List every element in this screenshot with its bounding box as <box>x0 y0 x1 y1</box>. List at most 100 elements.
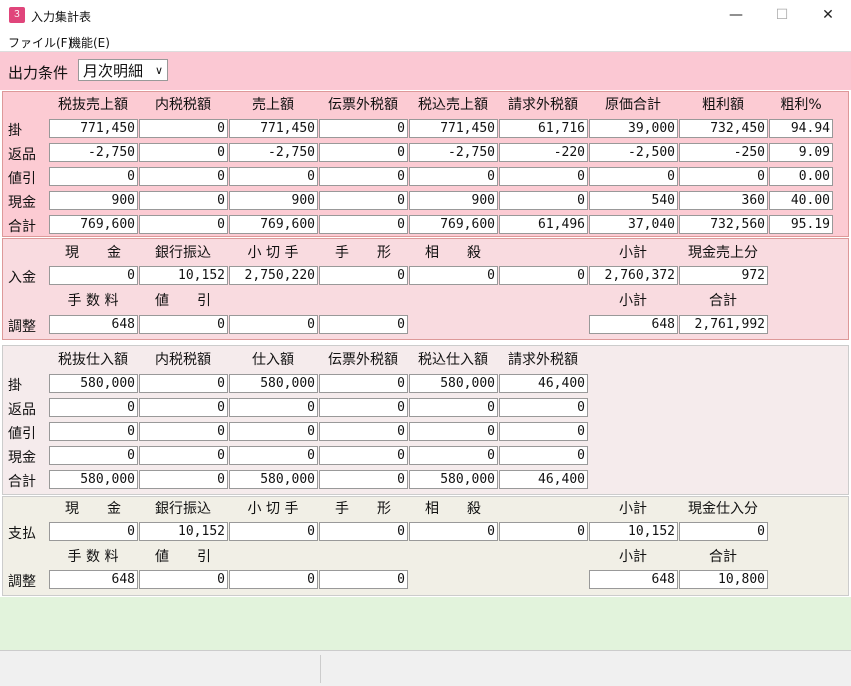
function-key-bar <box>0 597 851 650</box>
purchase-cell: 0 <box>319 470 408 489</box>
sales-cell: 0.00 <box>769 167 833 186</box>
sales-cell: 0 <box>589 167 678 186</box>
purchase-cell: 0 <box>229 422 318 441</box>
close-button[interactable]: ✕ <box>805 0 851 31</box>
purchase-cell: 0 <box>49 422 138 441</box>
purchase-cell: 0 <box>139 398 228 417</box>
payment-adj-cell: 648 <box>49 570 138 589</box>
purchase-header: 伝票外税額 <box>328 352 398 368</box>
payment-header: 小 切 手 <box>247 501 299 517</box>
sales-cell: 0 <box>409 167 498 186</box>
sales-cell: 0 <box>229 167 318 186</box>
sales-cell: 39,000 <box>589 119 678 138</box>
payment-adj-total: 648 <box>589 570 678 589</box>
purchase-cell: 0 <box>229 398 318 417</box>
sales-cell: 37,040 <box>589 215 678 234</box>
purchase-row-label: 値引 <box>8 426 36 442</box>
sales-cell: 40.00 <box>769 191 833 210</box>
payment-cell: 0 <box>49 522 138 541</box>
sales-cell: 0 <box>139 119 228 138</box>
maximize-button[interactable]: ☐ <box>759 0 805 31</box>
purchase-header: 税抜仕入額 <box>58 352 128 368</box>
receipt-header: 銀行振込 <box>155 245 211 261</box>
sales-cell: 540 <box>589 191 678 210</box>
receipt-adj-cell: 648 <box>49 315 138 334</box>
purchase-header: 内税税額 <box>155 352 211 368</box>
sales-cell: 732,560 <box>679 215 768 234</box>
sales-cell: 732,450 <box>679 119 768 138</box>
payment-adj-header: 小計 <box>619 549 647 565</box>
payment-header: 銀行振込 <box>155 501 211 517</box>
receipt-cell: 0 <box>409 266 498 285</box>
purchase-header: 仕入額 <box>252 352 294 368</box>
sales-cell: -250 <box>679 143 768 162</box>
condition-value: 月次明細 <box>83 62 144 80</box>
receipt-header: 現 金 <box>65 245 121 261</box>
payment-cell: 10,152 <box>589 522 678 541</box>
sales-cell: 0 <box>319 143 408 162</box>
sales-cell: 0 <box>139 191 228 210</box>
payment-adj-cell: 0 <box>139 570 228 589</box>
sales-cell: 61,496 <box>499 215 588 234</box>
purchase-cell: 46,400 <box>499 470 588 489</box>
receipt-adj-header: 値 引 <box>155 293 211 309</box>
sales-cell: -2,750 <box>49 143 138 162</box>
purchase-cell: 580,000 <box>409 374 498 393</box>
sales-cell: 769,600 <box>49 215 138 234</box>
payment-cell: 10,152 <box>139 522 228 541</box>
sales-cell: -2,750 <box>229 143 318 162</box>
purchase-cell: 580,000 <box>229 374 318 393</box>
sales-cell: -2,500 <box>589 143 678 162</box>
payment-adj-cell: 0 <box>229 570 318 589</box>
sales-header: 内税税額 <box>155 97 211 113</box>
purchase-row-label: 現金 <box>8 450 36 466</box>
menu-function[interactable]: 機能(E) <box>69 34 110 51</box>
sales-cell: 9.09 <box>769 143 833 162</box>
payment-cell: 0 <box>679 522 768 541</box>
minimize-button[interactable]: — <box>713 0 759 31</box>
sales-cell: 0 <box>679 167 768 186</box>
chevron-down-icon: ∨ <box>154 64 163 77</box>
receipt-adj-header: 合計 <box>709 293 737 309</box>
receipt-adj-cell: 0 <box>229 315 318 334</box>
purchase-row-label: 掛 <box>8 378 22 394</box>
receipt-header: 相 殺 <box>425 245 481 261</box>
payment-cell: 0 <box>499 522 588 541</box>
sales-row-label: 掛 <box>8 123 22 139</box>
status-divider <box>320 655 321 683</box>
sales-cell: 900 <box>49 191 138 210</box>
sales-row-label: 合計 <box>8 219 36 235</box>
sales-cell: 771,450 <box>409 119 498 138</box>
purchase-header: 税込仕入額 <box>418 352 488 368</box>
payment-header: 現金仕入分 <box>688 501 758 517</box>
payment-adj-total: 10,800 <box>679 570 768 589</box>
purchase-cell: 0 <box>319 422 408 441</box>
purchase-cell: 0 <box>319 398 408 417</box>
condition-select[interactable]: 月次明細 ∨ <box>78 59 168 81</box>
payment-header: 相 殺 <box>425 501 481 517</box>
purchase-header: 請求外税額 <box>508 352 578 368</box>
receipt-cell: 0 <box>49 266 138 285</box>
sales-cell: 900 <box>229 191 318 210</box>
sales-cell: 771,450 <box>229 119 318 138</box>
sales-header: 粗利額 <box>702 97 744 113</box>
purchase-cell: 0 <box>499 446 588 465</box>
purchase-cell: 0 <box>319 374 408 393</box>
sales-cell: 94.94 <box>769 119 833 138</box>
purchase-cell: 0 <box>499 398 588 417</box>
receipt-header: 手 形 <box>335 245 391 261</box>
purchase-cell: 0 <box>139 470 228 489</box>
receipt-cell: 2,760,372 <box>589 266 678 285</box>
purchase-cell: 580,000 <box>409 470 498 489</box>
sales-cell: 0 <box>49 167 138 186</box>
receipt-cell: 0 <box>319 266 408 285</box>
sales-cell: 0 <box>319 215 408 234</box>
sales-cell: -2,750 <box>409 143 498 162</box>
receipt-header: 小計 <box>619 245 647 261</box>
payment-header: 小計 <box>619 501 647 517</box>
sales-header: 売上額 <box>252 97 294 113</box>
menu-bar <box>0 31 851 52</box>
receipt-cell: 972 <box>679 266 768 285</box>
menu-file[interactable]: ファイル(F) <box>8 34 72 51</box>
receipt-cell: 10,152 <box>139 266 228 285</box>
